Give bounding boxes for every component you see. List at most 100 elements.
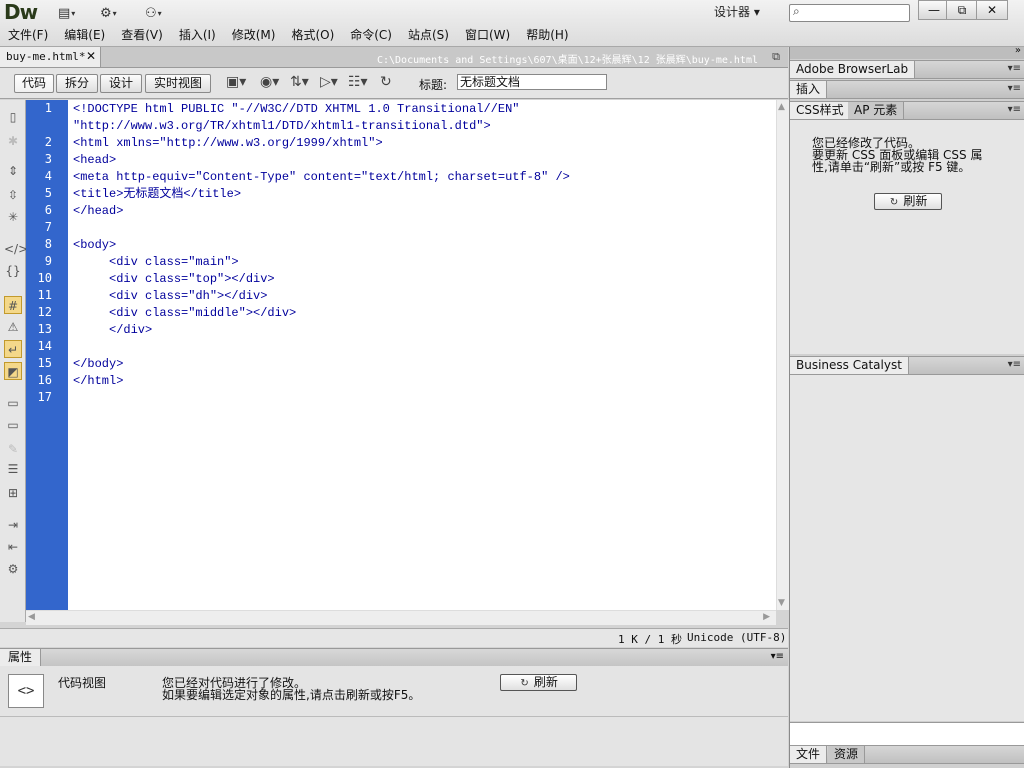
collapse-dock-icon[interactable]: » — [1015, 45, 1021, 56]
menu-item[interactable]: 编辑(E) — [56, 24, 113, 44]
line-number-gutter: 1 2 3 4 5 6 7 8 9 10 11 12 13 14 15 16 17 — [26, 100, 68, 610]
recent-snippets-icon[interactable]: ☰ — [4, 460, 22, 478]
properties-tab[interactable]: 属性 — [0, 649, 42, 666]
line-number: 1 — [44, 101, 52, 115]
coding-toolbar: ▯ ✱ ⇕ ⇳ ✳ </> {} # ⚠ ↵ ◩ ▭ ▭ ✎ ☰ ⊞ ⇥ ⇤ ⚙ — [0, 100, 28, 622]
open-documents-icon[interactable]: ▯ — [4, 108, 22, 126]
css-styles-tab[interactable]: CSS样式 — [790, 102, 851, 119]
design-view-button[interactable]: 设计 — [100, 74, 142, 93]
preview-browser-icon[interactable]: ◉▾ — [260, 74, 279, 90]
menu-item[interactable]: 插入(I) — [171, 24, 224, 44]
scroll-right-icon[interactable]: ▶ — [763, 612, 770, 622]
line-number: 16 — [37, 373, 52, 387]
panel-menu-icon[interactable]: ▾≡ — [1008, 359, 1021, 370]
line-number: 13 — [37, 322, 52, 336]
word-wrap-icon[interactable]: ↵ — [4, 340, 22, 358]
wrap-tag-icon[interactable]: ✎ — [4, 440, 22, 458]
scroll-up-icon[interactable]: ▲ — [778, 102, 785, 112]
menu-item[interactable]: 窗口(W) — [457, 24, 518, 44]
line-number: 11 — [37, 288, 52, 302]
properties-refresh-button[interactable]: ↻ 刷新 — [500, 674, 577, 691]
format-source-icon[interactable]: ⚙ — [4, 560, 22, 578]
close-tab-icon[interactable]: ✕ — [86, 49, 96, 63]
horizontal-scrollbar[interactable]: ◀ ▶ — [26, 610, 776, 625]
menu-item[interactable]: 站点(S) — [400, 24, 457, 44]
menu-item[interactable]: 修改(M) — [224, 24, 284, 44]
browserlab-panel-header: Adobe BrowserLab ▾≡ — [790, 60, 1024, 79]
extend-gear-icon[interactable]: ⚙ ▾ — [100, 4, 117, 22]
panel-menu-icon[interactable]: ▾≡ — [771, 651, 784, 662]
line-number: 17 — [37, 390, 52, 404]
show-code-navigator-icon[interactable]: ✱ — [4, 132, 22, 150]
divider — [0, 716, 788, 717]
workspace-switcher[interactable]: 设计器 ▾ — [714, 3, 760, 20]
highlight-invalid-code-icon[interactable]: ⚠ — [4, 318, 22, 336]
code-line: <html xmlns="http://www.w3.org/1999/xhtm… — [73, 136, 383, 150]
dock-collapse-bar[interactable]: » — [790, 45, 1024, 59]
maximize-button[interactable]: ⧉ — [946, 0, 978, 20]
collapse-full-tag-icon[interactable]: ⇕ — [4, 162, 22, 180]
restore-document-icon[interactable]: ⧉ — [772, 50, 780, 64]
move-css-icon[interactable]: ⊞ — [4, 484, 22, 502]
collapse-selection-icon[interactable]: ⇳ — [4, 186, 22, 204]
file-management-icon[interactable]: ⇅▾ — [290, 74, 309, 90]
code-line: <head> — [73, 153, 117, 167]
indent-code-icon[interactable]: ⇥ — [4, 516, 22, 534]
code-view-button[interactable]: 代码 — [14, 74, 54, 93]
expand-all-icon[interactable]: ✳ — [4, 208, 22, 226]
code-line: <div class="dh"></div> — [73, 289, 268, 303]
search-input[interactable]: ⌕ — [789, 4, 910, 22]
line-number: 3 — [44, 152, 52, 166]
outdent-code-icon[interactable]: ⇤ — [4, 538, 22, 556]
css-refresh-label: 刷新 — [903, 194, 928, 208]
check-compatibility-icon[interactable]: ▷▾ — [320, 74, 338, 90]
visual-aids-icon[interactable]: ☷▾ — [348, 74, 368, 90]
scroll-down-icon[interactable]: ▼ — [778, 598, 785, 608]
select-parent-tag-icon[interactable]: </> — [4, 240, 28, 258]
live-view-button[interactable]: 实时视图 — [145, 74, 211, 93]
browserlab-tab[interactable]: Adobe BrowserLab — [790, 61, 916, 78]
line-number: 6 — [44, 203, 52, 217]
line-numbers-icon[interactable]: # — [4, 296, 22, 314]
menu-item[interactable]: 文件(F) — [0, 24, 56, 44]
line-number: 4 — [44, 169, 52, 183]
menu-item[interactable]: 格式(O) — [283, 24, 342, 44]
title-input[interactable]: 无标题文档 — [457, 74, 607, 90]
remove-comment-icon[interactable]: ▭ — [4, 416, 22, 434]
menu-bar: 文件(F) 编辑(E) 查看(V) 插入(I) 修改(M) 格式(O) 命令(C) 站点(S)… — [0, 24, 577, 44]
status-bar: 1 K / 1 秒 Unicode (UTF-8) — [0, 628, 788, 647]
assets-tab[interactable]: 资源 — [828, 746, 866, 763]
vertical-scrollbar[interactable]: ▲ ▼ — [776, 100, 789, 610]
document-tab[interactable]: buy-me.html* ✕ — [0, 47, 101, 67]
split-view-button[interactable]: 拆分 — [56, 74, 98, 93]
apply-comment-icon[interactable]: ▭ — [4, 394, 22, 412]
files-tab[interactable]: 文件 — [790, 746, 828, 763]
panel-menu-icon[interactable]: ▾≡ — [1008, 63, 1021, 74]
menu-item[interactable]: 命令(C) — [342, 24, 400, 44]
line-number: 14 — [37, 339, 52, 353]
layout-icon[interactable]: ▤ ▾ — [58, 4, 75, 22]
ap-elements-tab[interactable]: AP 元素 — [848, 102, 905, 119]
css-panel-header: CSS样式 AP 元素 ▾≡ — [790, 101, 1024, 120]
properties-view-label: 代码视图 — [58, 676, 107, 690]
business-catalyst-tab[interactable]: Business Catalyst — [790, 357, 909, 374]
code-line: </div> — [73, 323, 153, 337]
site-icon[interactable]: ⚇ ▾ — [145, 4, 162, 22]
insert-tab[interactable]: 插入 — [790, 81, 828, 98]
menu-item[interactable]: 帮助(H) — [518, 24, 576, 44]
refresh-icon[interactable]: ↻ — [380, 74, 392, 90]
line-number: 12 — [37, 305, 52, 319]
panel-menu-icon[interactable]: ▾≡ — [1008, 104, 1021, 115]
balance-braces-icon[interactable]: {} — [4, 262, 22, 280]
css-refresh-button[interactable]: ↻ 刷新 — [874, 193, 942, 210]
panel-menu-icon[interactable]: ▾≡ — [1008, 83, 1021, 94]
close-button[interactable]: ✕ — [976, 0, 1008, 20]
code-editor[interactable]: <!DOCTYPE html PUBLIC "-//W3C//DTD XHTML… — [68, 100, 776, 610]
syntax-coloring-icon[interactable]: ◩ — [4, 362, 22, 380]
document-tab-bar: buy-me.html* ✕ C:\Documents and Settings… — [0, 47, 788, 68]
properties-panel-header: 属性 ▾≡ — [0, 648, 788, 667]
menu-item[interactable]: 查看(V) — [113, 24, 171, 44]
multiscreen-icon[interactable]: ▣▾ — [226, 74, 246, 90]
code-line: <div class="middle"></div> — [73, 306, 297, 320]
scroll-left-icon[interactable]: ◀ — [28, 612, 35, 622]
